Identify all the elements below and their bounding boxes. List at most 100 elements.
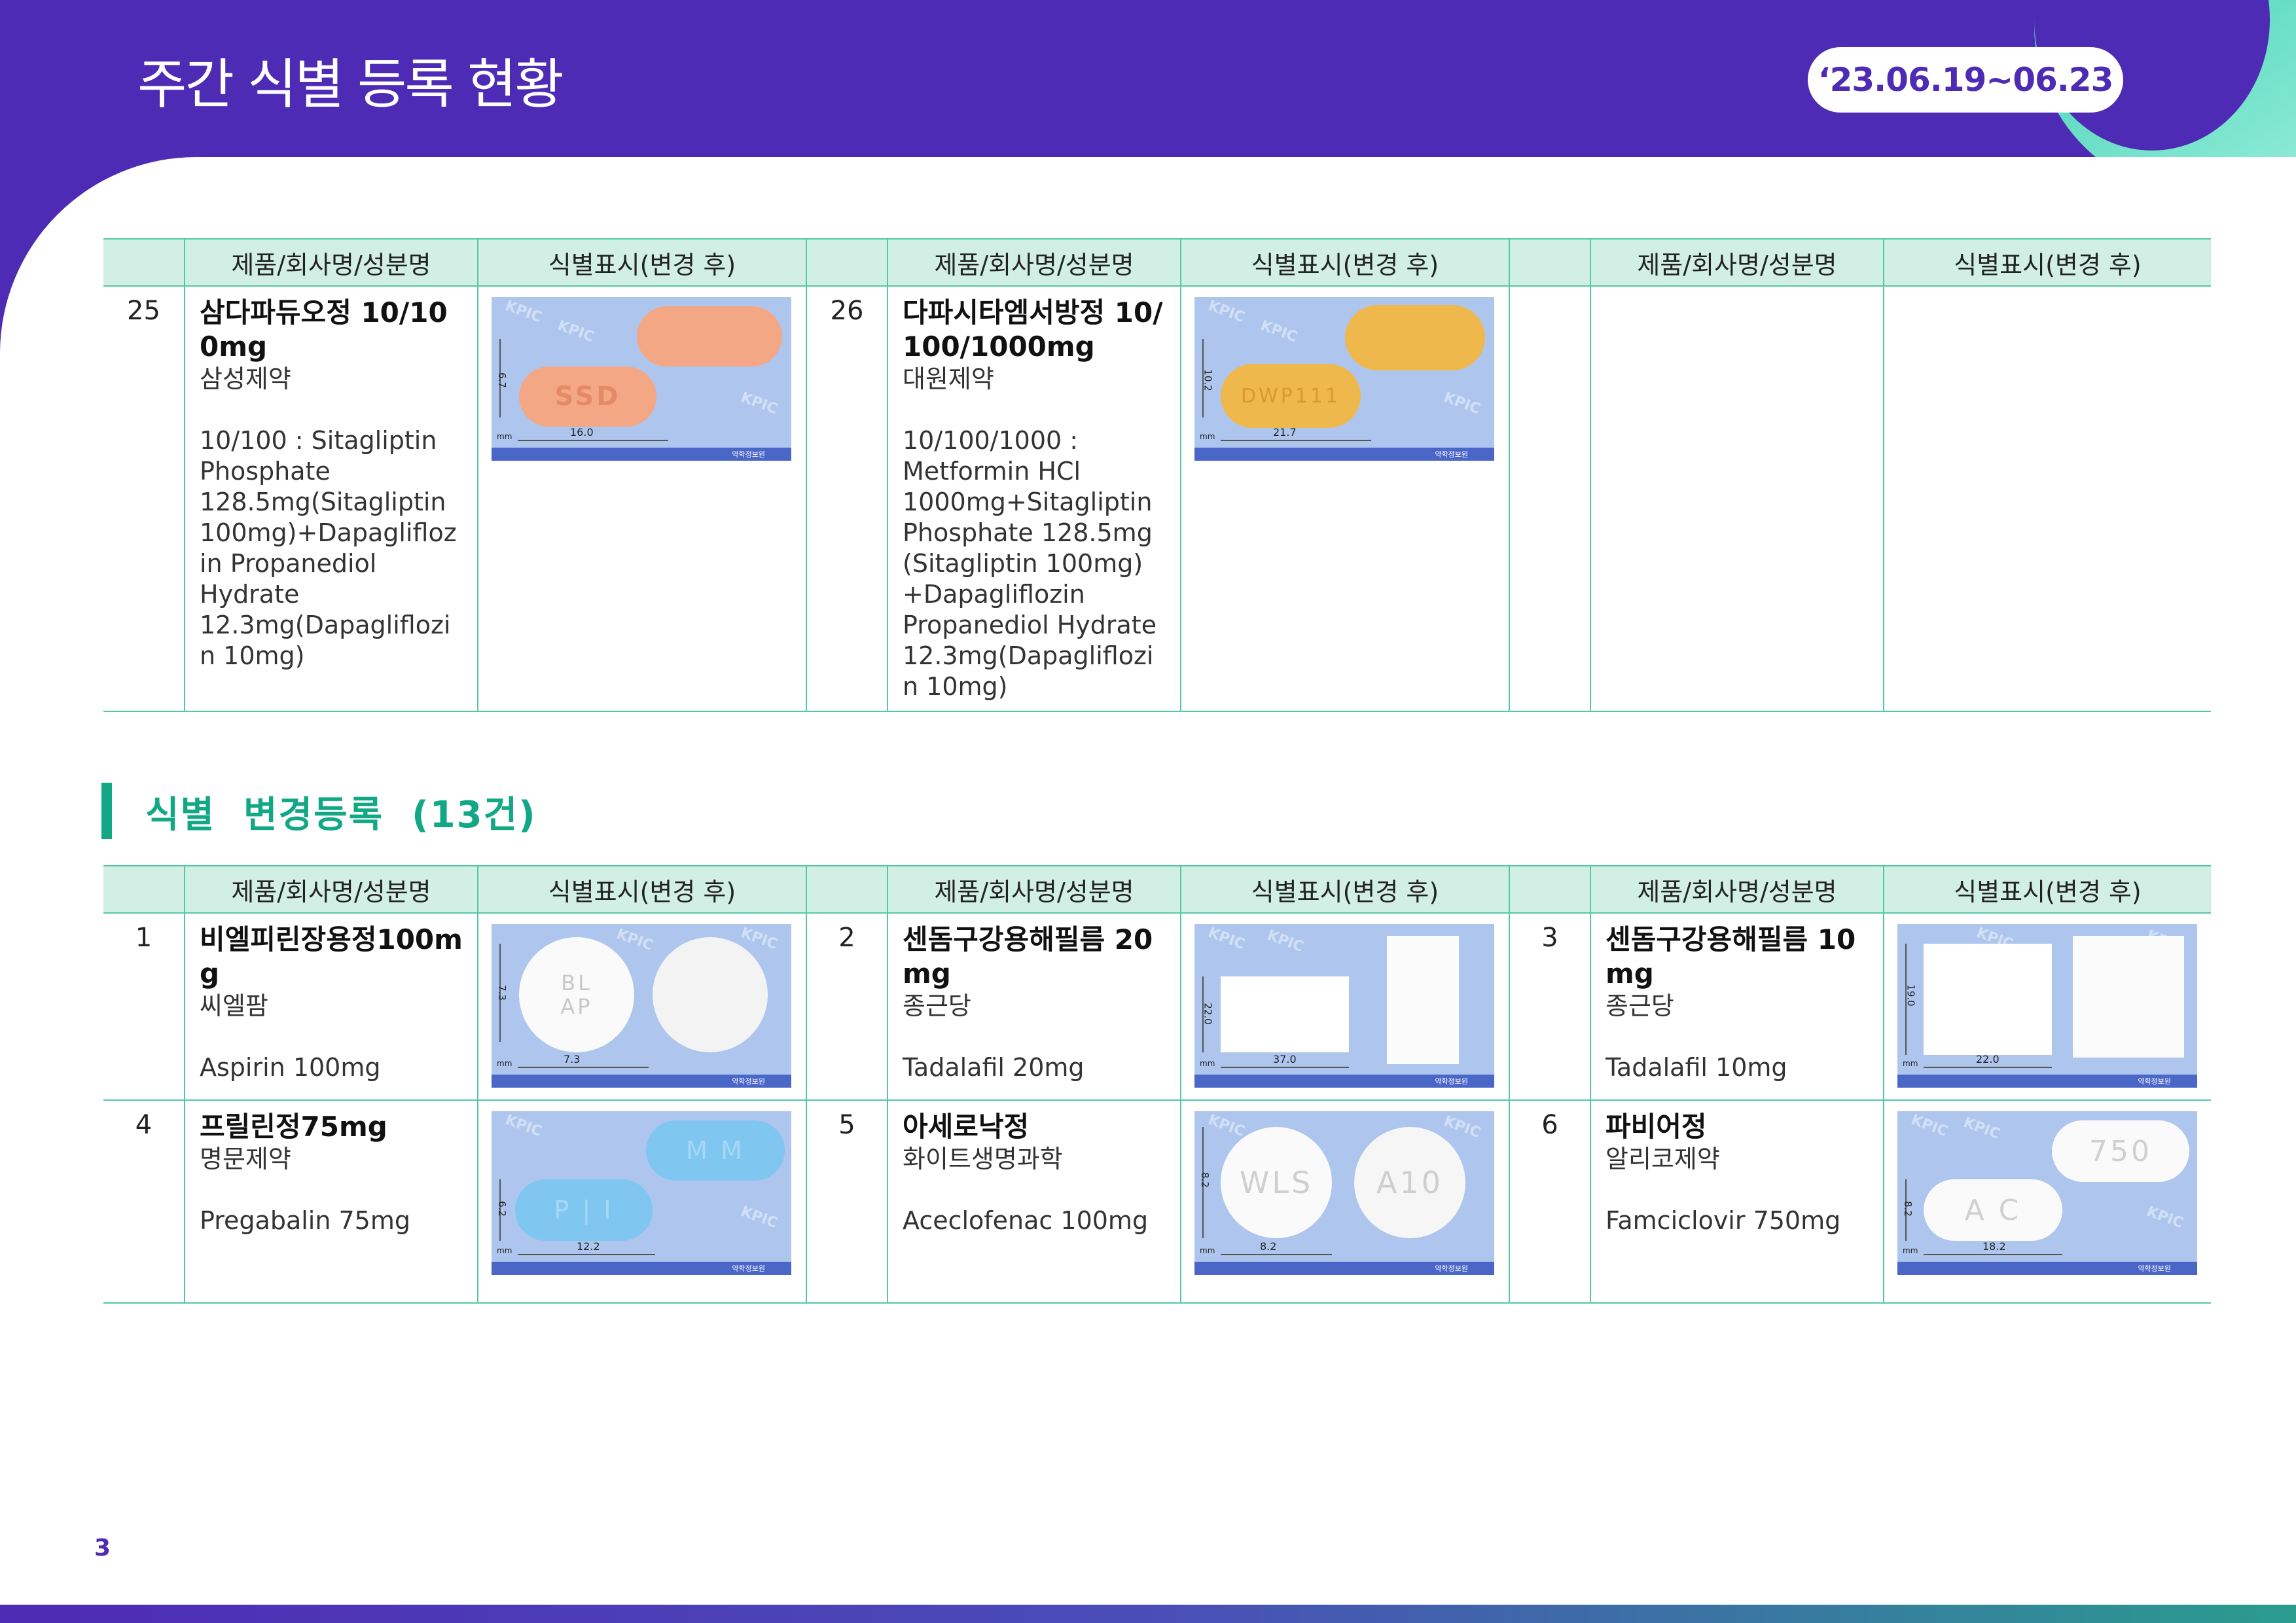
horizontal-scale-label: 7.3 <box>564 1053 581 1065</box>
ingredient: Tadalafil 20mg <box>903 1053 1085 1082</box>
product-info: 아세로낙정 화이트생명과학 Aceclofenac 100mg <box>887 1100 1181 1304</box>
watermark: KPIC <box>1206 1111 1247 1141</box>
film-front <box>1221 976 1349 1052</box>
col-product: 제품/회사명/성분명 <box>887 865 1181 914</box>
col-product: 제품/회사명/성분명 <box>184 865 478 914</box>
product-name: 프릴린정75mg <box>200 1111 387 1143</box>
pill-front: SSD <box>519 366 656 427</box>
col-product: 제품/회사명/성분명 <box>184 238 478 287</box>
item-number: 2 <box>806 913 888 1101</box>
marking-cell: KPIC KPIC BL AP 7.3 7.3 mm 약학정보원 <box>477 913 806 1101</box>
pill-imprint: M M <box>686 1136 745 1165</box>
col-product: 제품/회사명/성분명 <box>887 238 1181 287</box>
film-back <box>2073 936 2184 1058</box>
page-title: 주간 식별 등록 현황 <box>137 54 564 116</box>
table-header-row: 제품/회사명/성분명 식별표시(변경 후) 제품/회사명/성분명 식별표시(변경… <box>103 238 2211 287</box>
pill-image: KPIC KPIC WLS A10 8.2 8.2 mm 약학정보원 <box>1194 1111 1494 1275</box>
ingredient: Tadalafil 10mg <box>1605 1053 1787 1082</box>
section-title: 식별 변경등록 (13건) <box>145 794 537 836</box>
pill-imprint: DWP111 <box>1240 384 1341 408</box>
watermark: KPIC <box>1441 1113 1483 1142</box>
pill-back: M M <box>646 1120 785 1181</box>
product-name: 아세로낙정 <box>903 1111 1030 1143</box>
pill-image: KPIC KPIC M M P | I 6.2 12.2 mm 약학정보원 <box>492 1111 791 1275</box>
company-name: 명문제약 <box>200 1145 291 1173</box>
horizontal-scale-label: 16.0 <box>570 426 594 438</box>
pill-imprint: BL <box>561 971 592 995</box>
watermark: KPIC <box>1206 297 1247 327</box>
item-number: 5 <box>806 1100 888 1304</box>
image-footer: 약학정보원 <box>492 1075 791 1088</box>
vertical-scale-label: 8.2 <box>1198 1172 1211 1188</box>
marking-cell: KPIC KPIC KPIC DWP111 10.2 21.7 mm 약학정보원 <box>1180 286 1509 712</box>
page-number: 3 <box>94 1535 111 1561</box>
watermark: KPIC <box>1961 1114 2003 1143</box>
marking-cell: KPIC KPIC M M P | I 6.2 12.2 mm 약학정보원 <box>477 1100 806 1304</box>
horizontal-scale <box>1221 440 1371 441</box>
col-marking: 식별표시(변경 후) <box>1883 865 2211 914</box>
horizontal-scale-label: 8.2 <box>1260 1240 1277 1253</box>
horizontal-scale-label: 21.7 <box>1273 426 1297 438</box>
col-marking: 식별표시(변경 후) <box>477 865 806 914</box>
vertical-scale-label: 8.2 <box>1901 1201 1914 1217</box>
col-marking: 식별표시(변경 후) <box>1180 238 1509 287</box>
bottom-drug-table: 제품/회사명/성분명 식별표시(변경 후) 제품/회사명/성분명 식별표시(변경… <box>103 865 2211 1304</box>
company-name: 알리코제약 <box>1605 1145 1720 1173</box>
company-name: 화이트생명과학 <box>903 1145 1063 1173</box>
image-footer: 약학정보원 <box>1194 448 1494 461</box>
product-info: 비엘피린장용정100mg 씨엘팜 Aspirin 100mg <box>184 913 478 1101</box>
item-number: 25 <box>103 286 185 712</box>
image-footer: 약학정보원 <box>1194 1075 1494 1088</box>
ingredient: 10/100 : Sitagliptin Phosphate 128.5mg(S… <box>200 426 457 670</box>
pill-imprint: A C <box>1964 1193 2022 1227</box>
ingredient: Aceclofenac 100mg <box>903 1206 1149 1235</box>
product-info: 파비어정 알리코제약 Famciclovir 750mg <box>1590 1100 1884 1304</box>
pill-image: KPIC KPIC BL AP 7.3 7.3 mm 약학정보원 <box>492 924 791 1088</box>
product-info: 삼다파듀오정 10/100mg 삼성제약 10/100 : Sitaglipti… <box>184 286 478 712</box>
horizontal-scale <box>518 440 668 441</box>
item-number: 1 <box>103 913 185 1101</box>
product-name: 삼다파듀오정 10/100mg <box>200 296 448 363</box>
col-product: 제품/회사명/성분명 <box>1590 238 1884 287</box>
ingredient: Famciclovir 750mg <box>1605 1206 1841 1235</box>
vertical-scale-label: 22.0 <box>1202 1003 1214 1025</box>
horizontal-scale <box>1221 1067 1349 1068</box>
horizontal-scale <box>518 1067 649 1068</box>
pill-front: DWP111 <box>1221 364 1361 428</box>
horizontal-scale-label: 37.0 <box>1273 1053 1297 1065</box>
watermark: KPIC <box>1909 1111 1950 1141</box>
pill-image: KPIC KPIC KPIC 750 A C 8.2 18.2 mm 약학정보원 <box>1897 1111 2197 1275</box>
horizontal-scale <box>1221 1254 1332 1255</box>
table-row: 25 삼다파듀오정 10/100mg 삼성제약 10/100 : Sitagli… <box>103 286 2211 712</box>
pill-front: BL AP <box>519 937 634 1052</box>
product-info: 센돔구강용해필름 20mg 종근당 Tadalafil 20mg <box>887 913 1181 1101</box>
watermark: KPIC <box>555 317 597 346</box>
pill-image: KPIC KPIC 19.0 22.0 mm 약학정보원 <box>1897 924 2197 1088</box>
horizontal-scale <box>518 1254 655 1255</box>
ingredient: 10/100/1000 : Metformin HCl 1000mg+Sitag… <box>903 426 1157 701</box>
col-marking: 식별표시(변경 후) <box>1883 238 2211 287</box>
horizontal-scale-label: 22.0 <box>1976 1053 2000 1065</box>
image-footer: 약학정보원 <box>1194 1262 1494 1275</box>
product-info: 센돔구강용해필름 10mg 종근당 Tadalafil 10mg <box>1590 913 1884 1101</box>
ingredient: Aspirin 100mg <box>200 1053 381 1082</box>
vertical-scale-label: 19.0 <box>1905 984 1917 1007</box>
item-number: 26 <box>806 286 888 712</box>
marking-cell: KPIC KPIC KPIC 750 A C 8.2 18.2 mm 약학정보원 <box>1883 1100 2211 1304</box>
product-info: 프릴린정75mg 명문제약 Pregabalin 75mg <box>184 1100 478 1304</box>
film-front <box>1924 944 2052 1055</box>
pill-back: A10 <box>1354 1127 1465 1238</box>
horizontal-scale-label: 12.2 <box>577 1240 600 1253</box>
pill-image: KPIC KPIC 22.0 37.0 mm 약학정보원 <box>1194 924 1494 1088</box>
product-name: 센돔구강용해필름 10mg <box>1605 923 1856 990</box>
marking-cell: KPIC KPIC KPIC SSD 6.7 16.0 mm 약학정보원 <box>477 286 806 712</box>
vertical-scale-label: 6.7 <box>495 372 508 388</box>
section-marker <box>101 783 112 839</box>
date-range-badge: ‘23.06.19~06.23 <box>1808 47 2123 113</box>
company-name: 종근당 <box>903 991 971 1020</box>
pill-image: KPIC KPIC KPIC SSD 6.7 16.0 mm 약학정보원 <box>492 297 791 461</box>
table-row: 4 프릴린정75mg 명문제약 Pregabalin 75mg KPIC KPI… <box>103 1100 2211 1304</box>
watermark: KPIC <box>738 389 780 418</box>
watermark: KPIC <box>1265 927 1306 956</box>
marking-cell: KPIC KPIC WLS A10 8.2 8.2 mm 약학정보원 <box>1180 1100 1509 1304</box>
